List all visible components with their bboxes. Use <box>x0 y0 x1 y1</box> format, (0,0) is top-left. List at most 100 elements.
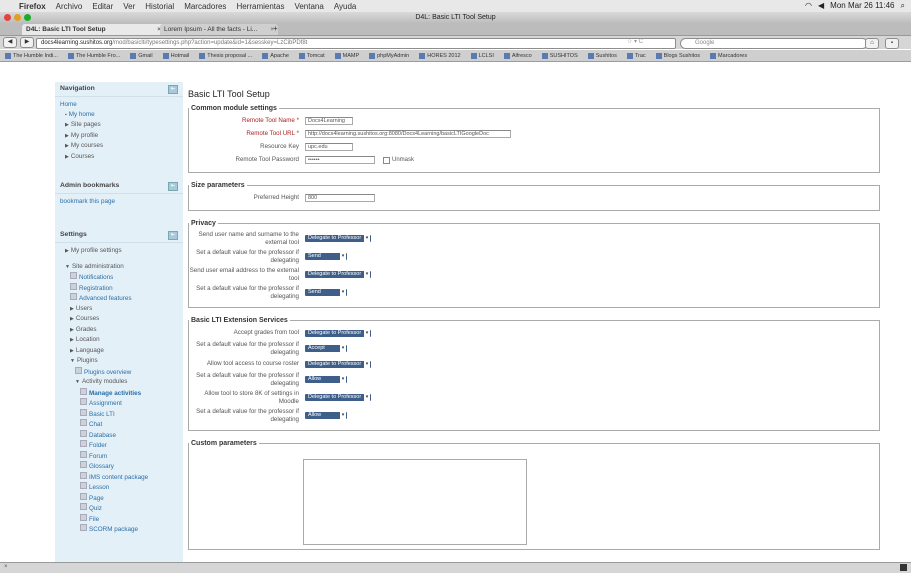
bookmark-item[interactable]: Tomcat <box>294 52 330 59</box>
addon-button[interactable]: ▪ <box>885 38 899 49</box>
close-addon-bar-icon[interactable]: × <box>4 564 8 570</box>
search-bar[interactable]: Google <box>680 38 868 49</box>
module-glossary[interactable]: Glossary <box>60 461 178 472</box>
grades-default-select[interactable]: Accept <box>305 345 347 352</box>
resource-key-input[interactable]: upc.edu <box>305 143 353 151</box>
module-scorm-package[interactable]: SCORM package <box>60 524 178 535</box>
menu-archivo[interactable]: Archivo <box>51 2 88 11</box>
bookmark-item[interactable]: MAMP <box>330 52 365 59</box>
volume-icon[interactable]: ◀ <box>818 1 824 11</box>
manage-activities-link[interactable]: Manage activities <box>60 387 178 399</box>
nav-item-my-profile[interactable]: ▶ My profile <box>60 131 178 142</box>
module-lesson[interactable]: Lesson <box>60 482 178 493</box>
dock-icon[interactable]: ⇤ <box>168 231 178 240</box>
bookmark-item[interactable]: phpMyAdmin <box>364 52 414 59</box>
module-folder[interactable]: Folder <box>60 440 178 451</box>
clock[interactable]: Mon Mar 26 11:46 <box>830 1 894 11</box>
unmask-checkbox[interactable] <box>383 156 390 164</box>
settings-site-administration[interactable]: ▼ Site administration <box>60 262 178 273</box>
menu-herramientas[interactable]: Herramientas <box>231 2 289 11</box>
activity-modules-section[interactable]: ▼ Activity modules <box>60 377 178 388</box>
zoom-window-icon[interactable] <box>24 14 31 21</box>
menu-app-firefox[interactable]: Firefox <box>14 2 51 11</box>
roster-default-select[interactable]: Allow <box>305 376 347 383</box>
bookmark-item[interactable]: Gmail <box>125 52 157 59</box>
plugins-overview-link[interactable]: Plugins overview <box>60 366 178 378</box>
wifi-icon[interactable]: ◠ <box>805 1 812 11</box>
url-bar[interactable]: docs4learning.sushitos.org/mod/basiclti/… <box>36 38 676 49</box>
minimize-window-icon[interactable] <box>14 14 21 21</box>
tab-basic-lti[interactable]: D4L: Basic LTI Tool Setup× <box>22 24 165 35</box>
module-chat[interactable]: Chat <box>60 419 178 430</box>
form-row: Allow tool access to course roster Deleg… <box>189 359 879 369</box>
bookmark-item[interactable]: Marcadores <box>705 52 752 59</box>
module-basic-lti[interactable]: Basic LTI <box>60 408 178 420</box>
admin-section-location[interactable]: ▶ Location <box>60 335 178 346</box>
admin-item-registration[interactable]: Registration <box>60 282 178 294</box>
privacy-email-default-select[interactable]: Send <box>305 289 347 296</box>
bookmark-star-icon[interactable]: ☆ ▾ C <box>627 38 643 45</box>
admin-section-grades[interactable]: ▶ Grades <box>60 325 178 336</box>
privacy-send-name-select[interactable]: Delegate to Professor <box>305 235 371 242</box>
admin-section-plugins[interactable]: ▼ Plugins <box>60 356 178 367</box>
module-ims-content-package[interactable]: IMS content package <box>60 471 178 483</box>
bookmark-item[interactable]: Trac <box>622 52 651 59</box>
spotlight-search-icon[interactable]: ⌕ <box>901 1 905 11</box>
bookmark-item[interactable]: LCLSI <box>466 52 499 59</box>
admin-item-advanced-features[interactable]: Advanced features <box>60 293 178 304</box>
forward-button[interactable]: ▶ <box>20 37 34 48</box>
menu-editar[interactable]: Editar <box>87 2 118 11</box>
addon-icon[interactable] <box>900 564 907 571</box>
bookmark-item[interactable]: Thesis proposal ... <box>194 52 257 59</box>
new-tab-button[interactable]: + <box>273 24 278 33</box>
custom-parameters-textarea[interactable] <box>303 459 527 545</box>
module-page[interactable]: Page <box>60 492 178 504</box>
dock-icon[interactable]: ⇤ <box>168 182 178 191</box>
remote-tool-name-input[interactable]: Docs4Learning <box>305 117 353 125</box>
menu-ayuda[interactable]: Ayuda <box>329 2 362 11</box>
home-button[interactable]: ⌂ <box>865 38 879 49</box>
course-roster-select[interactable]: Delegate to Professor <box>305 360 371 368</box>
nav-item-site-pages[interactable]: ▶ Site pages <box>60 120 178 131</box>
bookmark-item[interactable]: Alfresco <box>499 52 537 59</box>
store-settings-select[interactable]: Delegate to Professor <box>305 394 371 401</box>
settings-my-profile[interactable]: ▶ My profile settings <box>60 246 178 257</box>
module-quiz[interactable]: Quiz <box>60 503 178 514</box>
admin-section-courses[interactable]: ▶ Courses <box>60 314 178 325</box>
close-window-icon[interactable] <box>4 14 11 21</box>
bookmark-item[interactable]: HORES 2012 <box>414 52 465 59</box>
menu-marcadores[interactable]: Marcadores <box>179 2 231 11</box>
module-database[interactable]: Database <box>60 429 178 441</box>
bookmark-item[interactable]: The Humble Indi... <box>0 52 63 59</box>
dock-icon[interactable]: ⇤ <box>168 85 178 94</box>
settings-default-select[interactable]: Allow <box>305 412 347 419</box>
bookmark-item[interactable]: Sushitos <box>583 52 622 59</box>
bookmark-item[interactable]: The Humble Fro... <box>63 52 125 59</box>
back-button[interactable]: ◀ <box>3 37 17 48</box>
accept-grades-select[interactable]: Delegate to Professor <box>305 329 371 337</box>
bookmark-item[interactable]: SUSHITOS <box>537 52 583 59</box>
preferred-height-input[interactable]: 800 <box>305 194 375 202</box>
module-forum[interactable]: Forum <box>60 450 178 462</box>
bookmark-item[interactable]: Blogs Sushitos <box>651 52 705 59</box>
menu-ventana[interactable]: Ventana <box>289 2 328 11</box>
module-assignment[interactable]: Assignment <box>60 398 178 409</box>
menu-ver[interactable]: Ver <box>118 2 140 11</box>
tab-lorem-ipsum[interactable]: Lorem Ipsum - All the facts - Li... × <box>160 24 278 35</box>
admin-item-notifications[interactable]: Notifications <box>60 272 178 283</box>
module-file[interactable]: File <box>60 513 178 525</box>
nav-item-my-courses[interactable]: ▶ My courses <box>60 141 178 152</box>
nav-item-my-home[interactable]: ▪ My home <box>60 110 178 121</box>
bookmark-item[interactable]: Hotmail <box>158 52 195 59</box>
nav-home-link[interactable]: Home <box>60 100 178 110</box>
remote-tool-password-input[interactable]: •••••• <box>305 156 375 164</box>
privacy-name-default-select[interactable]: Send <box>305 253 347 260</box>
admin-section-language[interactable]: ▶ Language <box>60 346 178 357</box>
remote-tool-url-input[interactable]: http://docs4learning.sushitos.org:8080/D… <box>305 130 511 138</box>
privacy-send-email-select[interactable]: Delegate to Professor <box>305 271 371 278</box>
menu-historial[interactable]: Historial <box>140 2 179 11</box>
bookmark-item[interactable]: Apache <box>257 52 294 59</box>
admin-section-users[interactable]: ▶ Users <box>60 304 178 315</box>
nav-item-courses[interactable]: ▶ Courses <box>60 152 178 163</box>
bookmark-this-page-link[interactable]: bookmark this page <box>60 197 178 207</box>
